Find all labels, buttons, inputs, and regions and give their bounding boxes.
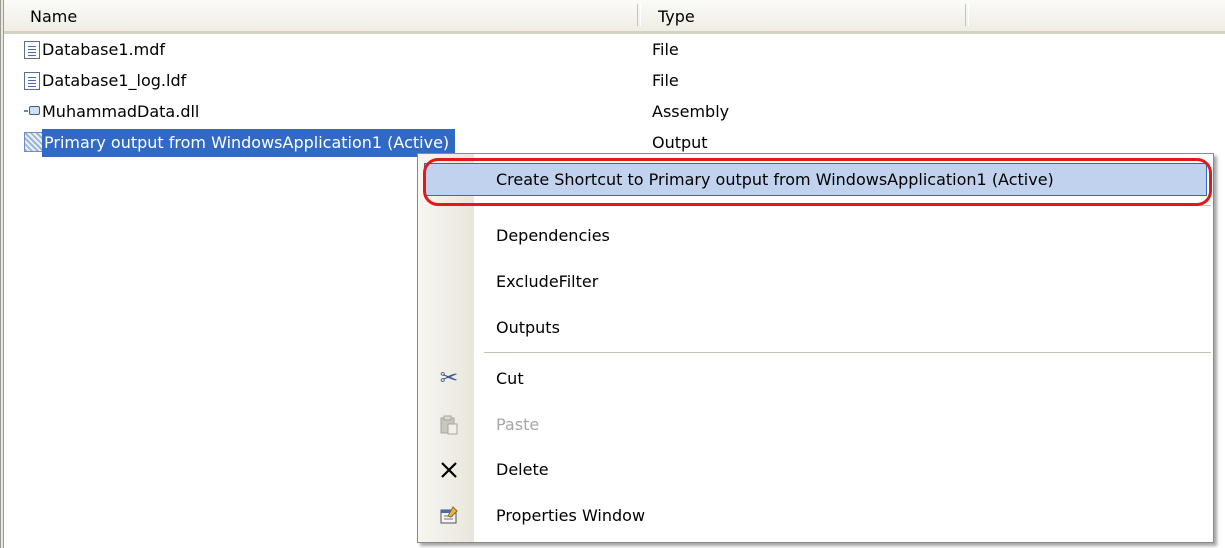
file-list: Database1.mdf File Database1_log.ldf Fil… [4,34,1225,158]
menu-item-outputs[interactable]: Outputs [418,308,1213,348]
assembly-icon [24,106,40,116]
annotation-highlight-ring [423,158,1212,206]
menu-item-label: Dependencies [496,226,610,245]
row-type: File [652,71,679,90]
menu-item-excludefilter[interactable]: ExcludeFilter [418,262,1213,302]
delete-icon [438,459,460,481]
menu-item-label: Delete [496,460,549,479]
menu-item-label: Properties Window [496,506,646,525]
column-header-empty[interactable] [966,0,1225,31]
menu-item-dependencies[interactable]: Dependencies [418,216,1213,256]
column-header-name[interactable]: Name [4,0,638,31]
menu-item-label: Paste [496,415,540,434]
list-row-database1-mdf[interactable]: Database1.mdf File [4,34,1225,65]
document-icon [24,72,40,90]
row-name: Database1_log.ldf [42,71,187,90]
row-name: Database1.mdf [42,40,165,59]
document-icon [24,41,40,59]
scissors-icon: ✂ [439,366,459,391]
list-row-muhammaddata-dll[interactable]: MuhammadData.dll Assembly [4,96,1225,127]
menu-item-properties-window[interactable]: Properties Window [418,496,1213,536]
menu-item-label: Cut [496,369,524,388]
list-row-database1-log-ldf[interactable]: Database1_log.ldf File [4,65,1225,96]
paste-icon [438,414,460,436]
row-type: File [652,40,679,59]
column-header-type[interactable]: Type [638,0,966,31]
row-name: Primary output from WindowsApplication1 … [42,129,456,157]
row-name: MuhammadData.dll [42,102,200,121]
menu-separator [484,352,1211,353]
menu-item-label: ExcludeFilter [496,272,599,291]
menu-item-paste: Paste [418,405,1213,445]
list-header: Name Type [4,0,1225,34]
menu-item-cut[interactable]: ✂ Cut [418,359,1213,399]
properties-icon [438,505,460,527]
row-type: Assembly [652,102,730,121]
menu-item-delete[interactable]: Delete [418,450,1213,490]
context-menu: Create Shortcut to Primary output from W… [417,153,1214,543]
primary-output-icon [24,132,44,152]
menu-item-label: Outputs [496,318,560,337]
